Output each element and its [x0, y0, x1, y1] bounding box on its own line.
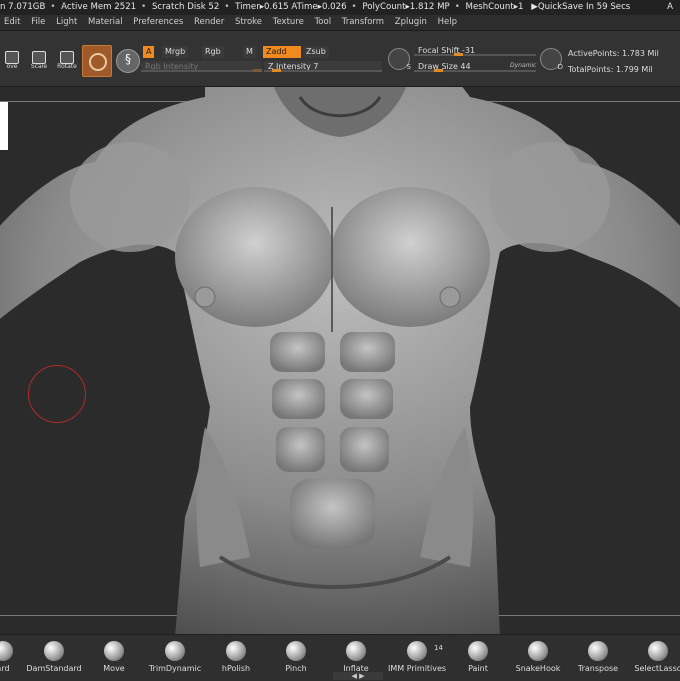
brush-label: ard [0, 664, 10, 673]
brush-standard[interactable]: ard [0, 641, 18, 681]
snakehook-icon [528, 641, 548, 661]
brush-label: Transpose [577, 664, 619, 673]
zsub-toggle[interactable]: Zsub [303, 46, 329, 58]
brush-damstandard[interactable]: DamStandard [26, 641, 82, 681]
status-right-letter: A [667, 2, 673, 12]
shelf-scroll-arrows[interactable]: ◀ ▶ [333, 672, 383, 680]
dynamic-toggle[interactable]: Dynamic [510, 62, 536, 69]
brush-icon [89, 53, 107, 71]
viewport-edge-panel [0, 102, 8, 150]
brush-sphere-icon [44, 641, 64, 661]
mrgb-toggle[interactable]: Mrgb [162, 46, 189, 58]
s-badge: S [406, 63, 411, 71]
current-brush-button[interactable] [82, 45, 112, 77]
menu-light[interactable]: Light [52, 15, 81, 30]
brush-label: Move [103, 664, 125, 673]
zadd-toggle[interactable]: Zadd [263, 46, 301, 58]
brush-hpolish[interactable]: hPolish [214, 641, 258, 681]
brush-sphere-icon [468, 641, 488, 661]
rgb-intensity-slider[interactable]: Rgb Intensity [141, 61, 262, 72]
canvas-viewport[interactable] [0, 87, 680, 634]
m-toggle[interactable]: M [243, 46, 256, 58]
brush-label: SnakeHook [515, 664, 561, 673]
brush-snakehook[interactable]: SnakeHook [514, 641, 562, 681]
brush-sphere-icon [165, 641, 185, 661]
brush-label: Pinch [285, 664, 307, 673]
move-button[interactable]: ove [0, 49, 24, 73]
brush-label: DamStandard [26, 664, 82, 673]
status-bar: n 7.071GB • Active Mem 2521 • Scratch Disk… [0, 0, 680, 15]
draw-size-knob[interactable] [434, 69, 443, 72]
rotate-button[interactable]: Rotate [55, 49, 79, 73]
menu-preferences[interactable]: Preferences [129, 15, 187, 30]
rotate-label: Rotate [57, 63, 77, 70]
brush-trimdynamic[interactable]: TrimDynamic [146, 641, 204, 681]
rgb-toggle[interactable]: Rgb [202, 46, 224, 58]
transpose-icon [588, 641, 608, 661]
brush-cursor [28, 365, 86, 423]
menu-transform[interactable]: Transform [338, 15, 388, 30]
sculpt-model[interactable] [0, 87, 680, 634]
brush-label: hPolish [221, 664, 251, 673]
active-points-label: ActivePoints: [568, 49, 620, 58]
menu-material[interactable]: Material [84, 15, 127, 30]
scale-button[interactable]: Scale [27, 49, 51, 73]
draw-d-icon[interactable]: D [540, 48, 563, 71]
menu-help[interactable]: Help [434, 15, 461, 30]
brush-label: Paint [468, 664, 488, 673]
menu-stroke[interactable]: Stroke [231, 15, 266, 30]
stroke-icon: § [125, 52, 131, 66]
menu-zplugin[interactable]: Zplugin [391, 15, 431, 30]
d-badge: D [557, 63, 563, 71]
brush-sphere-icon [104, 641, 124, 661]
z-intensity-knob[interactable] [272, 69, 281, 72]
brush-transpose[interactable]: Transpose [576, 641, 620, 681]
brush-pinch[interactable]: Pinch [276, 641, 316, 681]
status-timer: Timer▸0.615 ATime▸0.026 [235, 2, 347, 12]
sculptris-s-icon[interactable]: S [388, 48, 411, 71]
brush-move[interactable]: Move [94, 641, 134, 681]
brush-sphere-icon [0, 641, 13, 661]
menu-tool[interactable]: Tool [311, 15, 336, 30]
menu-file[interactable]: File [27, 15, 49, 30]
imm-primitives-icon [407, 641, 427, 661]
z-intensity-slider[interactable]: Z Intensity 7 [264, 61, 382, 72]
status-scratch: Scratch Disk 52 [151, 2, 220, 12]
menu-render[interactable]: Render [190, 15, 228, 30]
status-quicksave: ▶QuickSave In 59 Secs [531, 2, 631, 12]
status-meshcount: MeshCount▸1 [465, 2, 524, 12]
brush-sphere-icon [346, 641, 366, 661]
brush-sphere-icon [286, 641, 306, 661]
brush-sphere-icon [226, 641, 246, 661]
point-stats: ActivePoints: 1.783 Mil TotalPoints: 1.7… [568, 46, 659, 78]
menu-edit[interactable]: Edit [0, 15, 24, 30]
brush-selectlasso[interactable]: SelectLasso [634, 641, 680, 681]
stroke-button[interactable]: § [116, 49, 140, 73]
brush-label: SelectLasso [634, 664, 680, 673]
status-mem: n 7.071GB [0, 2, 46, 12]
status-polycount: PolyCount▸1.812 MP [362, 2, 450, 12]
brush-label: IMM Primitives [388, 664, 447, 673]
active-points-value: 1.783 Mil [622, 49, 659, 58]
brush-paint[interactable]: Paint [458, 641, 498, 681]
brush-label: TrimDynamic [148, 664, 202, 673]
total-points-label: TotalPoints: [568, 65, 614, 74]
menu-texture[interactable]: Texture [269, 15, 308, 30]
focal-shift-slider[interactable]: Focal Shift -31 [414, 45, 536, 56]
lasso-icon [648, 641, 668, 661]
total-points-value: 1.799 Mil [615, 65, 653, 74]
focal-shift-knob[interactable] [454, 53, 463, 56]
a-toggle[interactable]: A [143, 46, 155, 58]
imm-count: 14 [434, 644, 443, 652]
status-active-mem: Active Mem 2521 [61, 2, 137, 12]
menu-bar: Edit File Light Material Preferences Ren… [0, 15, 680, 31]
